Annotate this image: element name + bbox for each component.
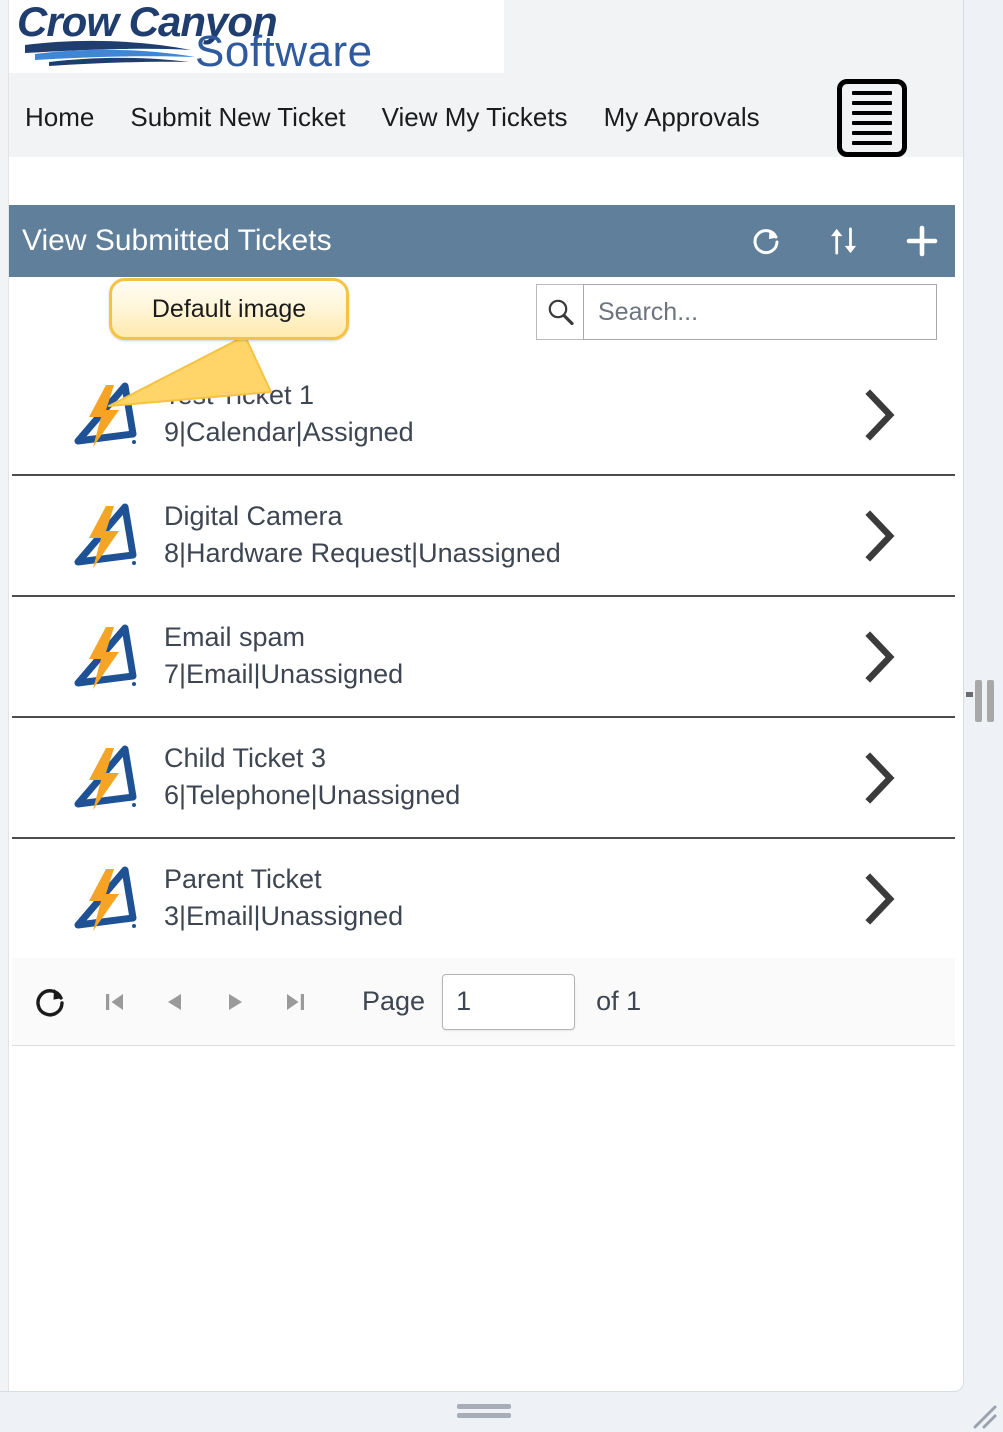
table-row[interactable]: Parent Ticket 3|Email|Unassigned [12,839,955,960]
header-action-group [749,205,939,277]
ticket-subtitle: 6|Telephone|Unassigned [164,780,461,810]
ticket-title: Child Ticket 3 [164,743,327,774]
scrollbar-thumb-bar [975,680,982,722]
ticket-subtitle: 7|Email|Unassigned [164,659,404,689]
nav-view-my-tickets[interactable]: View My Tickets [364,77,586,157]
row-text: Child Ticket 3 6|Telephone|Unassigned [164,742,863,813]
hamburger-line [852,141,892,145]
hamburger-line [852,121,892,125]
scrollbar-tick [966,692,973,697]
crow-canyon-bolt-icon [64,618,142,696]
crow-canyon-bolt-icon [64,860,142,938]
hamburger-line [852,101,892,105]
chevron-right-icon[interactable] [863,872,897,925]
nav-my-approvals[interactable]: My Approvals [586,77,778,157]
crow-canyon-bolt-icon [64,376,142,454]
resize-grip-icon[interactable] [969,1401,997,1429]
logo-header: Crow Canyon Software [9,0,963,77]
chevron-right-icon[interactable] [863,751,897,804]
table-row[interactable]: Child Ticket 3 6|Telephone|Unassigned [12,718,955,839]
vertical-scrollbar[interactable] [966,158,1003,1390]
drag-handle[interactable] [457,1404,511,1420]
ticket-subtitle: 3|Email|Unassigned [164,901,404,931]
pagination-bar: Page of 1 [12,958,955,1046]
drag-handle-bar [457,1413,511,1418]
hamburger-line [852,111,892,115]
bottom-bar [0,1392,1003,1432]
view-header-bar: View Submitted Tickets [9,205,955,277]
table-row[interactable]: Email spam 7|Email|Unassigned [12,597,955,718]
ticket-title: Test Ticket 1 [164,380,315,411]
refresh-icon[interactable] [749,224,783,258]
ticket-title: Digital Camera [164,501,343,532]
pager-refresh-icon[interactable] [28,979,74,1025]
table-row[interactable]: Digital Camera 8|Hardware Request|Unassi… [12,476,955,597]
pager-prev-icon[interactable] [152,979,198,1025]
ticket-title: Email spam [164,622,306,653]
row-text: Test Ticket 1 9|Calendar|Assigned [164,379,863,450]
row-text: Parent Ticket 3|Email|Unassigned [164,863,863,934]
callout-label: Default image [151,294,307,323]
hamburger-icon[interactable] [837,79,907,157]
chevron-right-icon[interactable] [863,388,897,441]
chevron-right-icon[interactable] [863,509,897,562]
nav-home[interactable]: Home [9,77,112,157]
ticket-subtitle: 8|Hardware Request|Unassigned [164,538,561,568]
row-text: Digital Camera 8|Hardware Request|Unassi… [164,500,863,571]
row-text: Email spam 7|Email|Unassigned [164,621,863,692]
crow-canyon-bolt-icon [64,739,142,817]
panel-left-gutter [0,0,9,1391]
main-panel: Crow Canyon Software Home Submit New Tic… [0,0,964,1392]
pager-next-icon[interactable] [212,979,258,1025]
search-input[interactable] [583,284,937,340]
chevron-right-icon[interactable] [863,630,897,683]
drag-handle-bar [457,1404,511,1409]
hamburger-line [852,91,892,95]
search-icon[interactable] [536,284,583,340]
crow-canyon-logo: Crow Canyon Software [9,0,504,73]
page-label: Page [362,986,426,1016]
add-icon[interactable] [905,224,939,258]
ticket-title: Parent Ticket [164,864,322,895]
pager-first-icon[interactable] [92,979,138,1025]
scrollbar-thumb-bar [987,680,994,722]
sort-icon[interactable] [827,224,861,258]
callout-tooltip: Default image [109,278,349,340]
pager-last-icon[interactable] [272,979,318,1025]
page-total-label: of 1 [596,986,642,1016]
nav-submit-new-ticket[interactable]: Submit New Ticket [112,77,363,157]
hamburger-line [852,131,892,135]
crow-canyon-bolt-icon [64,497,142,575]
main-navigation: Home Submit New Ticket View My Tickets M… [9,77,963,157]
scrollbar-thumb[interactable] [975,680,995,722]
svg-text:Software: Software [195,27,373,73]
ticket-list: Test Ticket 1 9|Calendar|Assigned Digita… [9,355,955,960]
ticket-subtitle: 9|Calendar|Assigned [164,417,414,447]
page-number-input[interactable] [442,973,576,1030]
nav-item-list: Home Submit New Ticket View My Tickets M… [9,77,778,157]
table-row[interactable]: Test Ticket 1 9|Calendar|Assigned [12,355,955,476]
page-title: View Submitted Tickets [22,224,332,257]
search-group [536,284,937,340]
app-root: Crow Canyon Software Home Submit New Tic… [0,0,1003,1432]
nav-spacer [9,157,963,205]
